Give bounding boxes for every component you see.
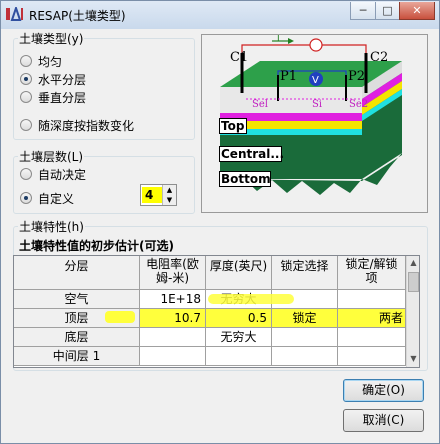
soil-layers-label: 土壤层数(L) — [19, 150, 84, 164]
soil-type-label: 土壤类型(y) — [19, 32, 84, 46]
lock-cell[interactable] — [272, 328, 338, 347]
resistivity-cell[interactable] — [140, 328, 206, 347]
app-icon — [6, 7, 23, 21]
layer-bottom-label: Bottom — [219, 171, 271, 187]
col-header-thickness[interactable]: 厚度(英尺) — [206, 256, 272, 290]
highlight-mark — [208, 294, 294, 304]
soil-type-option-exponential[interactable]: 随深度按指数变化 — [20, 117, 134, 133]
radio-button[interactable] — [20, 55, 32, 67]
ok-button[interactable]: 确定(O) — [343, 379, 424, 402]
thickness-cell[interactable] — [206, 347, 272, 366]
soil-type-option-horizontal[interactable]: 水平分层 — [20, 71, 86, 87]
soil-diagram: V C1 C2 P1 P2 I Sel Si Se2 Top Central..… — [201, 34, 428, 213]
title-bar: RESAP(土壤类型) ─ □ ✕ — [1, 1, 439, 29]
radio-button-selected[interactable] — [20, 73, 32, 85]
option-label: 随深度按指数变化 — [38, 118, 135, 133]
layers-option-auto[interactable]: 自动决定 — [20, 166, 86, 182]
unlock-cell[interactable] — [338, 290, 406, 309]
window-title: RESAP(土壤类型) — [29, 9, 126, 23]
option-label: 水平分层 — [38, 72, 87, 87]
p2-label: P2 — [348, 69, 365, 84]
scroll-thumb[interactable] — [408, 272, 419, 292]
lock-cell[interactable]: 锁定 — [272, 309, 338, 328]
v-label: V — [312, 75, 319, 86]
soil-props-label: 土壤特性(h) — [19, 220, 84, 234]
spin-down-button[interactable]: ▼ — [162, 195, 176, 205]
layer-count-value[interactable]: 4 — [142, 187, 162, 203]
cancel-button[interactable]: 取消(C) — [343, 409, 424, 432]
col-header-unlock[interactable]: 锁定/解锁项 — [338, 256, 406, 290]
soil-type-option-uniform[interactable]: 均匀 — [20, 53, 62, 69]
thickness-cell[interactable]: 无穷大 — [206, 328, 272, 347]
radio-button[interactable] — [20, 91, 32, 103]
c1-label: C1 — [230, 50, 248, 65]
col-header-layer[interactable]: 分层 — [14, 256, 140, 290]
scroll-up-icon: ▲ — [410, 258, 417, 267]
ammeter-icon — [309, 38, 323, 52]
soil-props-grid[interactable]: 分层 电阻率(欧姆-米) 厚度(英尺) 锁定选择 锁定/解锁项 空气 1E+18… — [13, 255, 420, 368]
row-header[interactable]: 空气 — [14, 290, 140, 309]
resap-dialog: RESAP(土壤类型) ─ □ ✕ 土壤类型(y) 均匀 水平分层 垂直分层 随… — [0, 0, 440, 444]
minimize-icon: ─ — [359, 4, 367, 17]
p1-label: P1 — [280, 69, 297, 84]
layer-count-spinner[interactable]: 4 ▲ ▼ — [140, 184, 177, 206]
radio-button[interactable] — [20, 168, 32, 180]
c2-label: C2 — [370, 50, 388, 65]
dialog-body: 土壤类型(y) 均匀 水平分层 垂直分层 随深度按指数变化 V C1 C2 P1… — [8, 29, 432, 438]
scroll-down-icon: ▼ — [410, 354, 417, 363]
unlock-cell[interactable] — [338, 347, 406, 366]
col-header-lock[interactable]: 锁定选择 — [272, 256, 338, 290]
maximize-button[interactable]: □ — [375, 2, 400, 20]
grid-vertical-scrollbar[interactable]: ▲ ▼ — [406, 256, 419, 367]
se2-label: Se2 — [349, 99, 368, 110]
i-label: I — [277, 35, 280, 44]
thickness-cell[interactable]: 0.5 — [206, 309, 272, 328]
spin-down-icon: ▼ — [166, 196, 173, 204]
option-label: 自定义 — [38, 191, 75, 206]
spin-up-icon: ▲ — [166, 186, 173, 194]
scroll-down-button[interactable]: ▼ — [407, 352, 419, 366]
resistivity-cell[interactable]: 1E+18 — [140, 290, 206, 309]
unlock-cell[interactable] — [338, 328, 406, 347]
layers-option-custom[interactable]: 自定义 — [20, 190, 74, 206]
highlight-mark — [105, 311, 135, 323]
unlock-cell[interactable]: 两者 — [338, 309, 406, 328]
radio-button[interactable] — [20, 119, 32, 131]
row-header[interactable]: 中间层 1 — [14, 347, 140, 366]
layer-top-label: Top — [219, 118, 247, 134]
col-header-resistivity[interactable]: 电阻率(欧姆-米) — [140, 256, 206, 290]
spin-up-button[interactable]: ▲ — [162, 185, 176, 195]
option-label: 垂直分层 — [38, 90, 87, 105]
resistivity-cell[interactable] — [140, 347, 206, 366]
soil-props-subtitle: 土壤特性值的初步估计(可选) — [19, 239, 174, 253]
resistivity-cell[interactable]: 10.7 — [140, 309, 206, 328]
option-label: 均匀 — [38, 54, 63, 69]
row-header[interactable]: 底层 — [14, 328, 140, 347]
layer-central-label: Central... — [219, 146, 285, 162]
minimize-button[interactable]: ─ — [350, 2, 376, 20]
radio-button-selected[interactable] — [20, 192, 32, 204]
maximize-icon: □ — [382, 4, 393, 17]
si-label: Si — [312, 99, 322, 110]
close-button[interactable]: ✕ — [399, 2, 435, 20]
option-label: 自动决定 — [38, 167, 87, 182]
lock-cell[interactable] — [272, 347, 338, 366]
scroll-up-button[interactable]: ▲ — [407, 256, 419, 270]
soil-type-option-vertical[interactable]: 垂直分层 — [20, 89, 86, 105]
sel-label: Sel — [252, 99, 268, 110]
close-icon: ✕ — [412, 4, 422, 17]
